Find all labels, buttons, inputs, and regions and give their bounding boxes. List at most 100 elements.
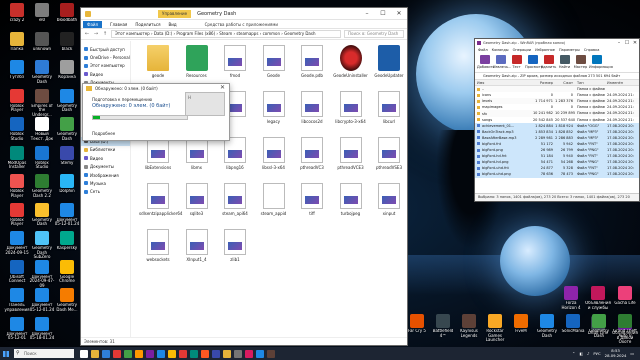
- taskbar-app-icon[interactable]: [256, 349, 264, 358]
- winrar-tool-button[interactable]: Мастер: [573, 54, 588, 71]
- winrar-tool-button[interactable]: Найти: [557, 54, 572, 71]
- nav-item[interactable]: Быстрый доступ: [81, 45, 130, 53]
- file-item[interactable]: geode: [139, 45, 177, 78]
- start-button[interactable]: [0, 347, 12, 360]
- taskbar-app-icon[interactable]: [267, 349, 275, 358]
- desktop-icon[interactable]: Корзина: [54, 60, 80, 80]
- file-item[interactable]: pthreadVSE3: [370, 137, 408, 170]
- taskbar-app-icon[interactable]: [80, 349, 88, 358]
- winrar-tool-button[interactable]: Удалить: [541, 54, 556, 71]
- file-item[interactable]: fmod: [216, 45, 254, 78]
- desktop-icon[interactable]: bloodbath: [54, 3, 80, 23]
- taskbar-app-icon[interactable]: [223, 349, 231, 358]
- desktop-icon[interactable]: Gacha Life: [612, 286, 638, 306]
- desktop-icon[interactable]: Папка: [4, 31, 30, 52]
- desktop-icon[interactable]: Roblox Player: [4, 88, 30, 113]
- desktop-icon[interactable]: SonicMania: [560, 314, 586, 334]
- file-item[interactable]: pthreadVCE3: [332, 137, 370, 170]
- taskbar-app-icon[interactable]: [146, 349, 154, 358]
- desktop-icon[interactable]: unknown: [29, 31, 55, 52]
- desktop-icon[interactable]: Roblox Player: [4, 202, 30, 227]
- nav-item[interactable]: Библиотеки: [81, 146, 130, 154]
- file-item[interactable]: Geode: [255, 45, 293, 78]
- column-type[interactable]: Тип: [575, 80, 605, 85]
- taskbar-app-icon[interactable]: [245, 349, 253, 358]
- taskbar-app-icon[interactable]: [124, 349, 132, 358]
- desktop-icon[interactable]: Battlefield 4™: [430, 314, 456, 338]
- file-item[interactable]: libExtensions: [139, 137, 177, 170]
- desktop-icon[interactable]: Roblox Player: [4, 174, 30, 198]
- file-item[interactable]: libcrypto-3-x64: [332, 91, 370, 124]
- desktop-icon[interactable]: Grand Theft Auto V: [612, 314, 638, 338]
- archive-path[interactable]: Geometry Dash.zip - ZIP архив, размер ис…: [475, 73, 639, 80]
- back-arrow-icon[interactable]: ←: [84, 31, 90, 37]
- desktop-icon[interactable]: ModOpas Installer: [4, 145, 30, 170]
- taskbar-app-icon[interactable]: [113, 349, 121, 358]
- file-item[interactable]: pthreadVC3: [293, 137, 331, 170]
- column-name[interactable]: Имя: [475, 80, 531, 85]
- nav-item[interactable]: Видео: [81, 154, 130, 162]
- desktop-icon[interactable]: Roblox Studio: [4, 117, 30, 141]
- notifications-icon[interactable]: ▭: [630, 351, 634, 356]
- desktop-icon[interactable]: Документ 05-18-01.24: [29, 316, 55, 341]
- minimize-button[interactable]: –: [359, 8, 375, 19]
- taskbar-app-icon[interactable]: [135, 349, 143, 358]
- desktop-icon[interactable]: crazy 2: [4, 3, 30, 23]
- desktop-icon[interactable]: el0: [29, 3, 55, 23]
- maximize-button[interactable]: ☐: [623, 39, 631, 47]
- taskbar-search[interactable]: Поиск: [14, 349, 74, 358]
- desktop-icon[interactable]: Документ 05-12-01: [4, 316, 30, 341]
- winrar-tool-button[interactable]: Информация: [589, 54, 613, 71]
- tab-share[interactable]: Поделиться: [135, 22, 160, 27]
- desktop-icon[interactable]: Новый Текст. Док: [29, 117, 55, 141]
- desktop-icon[interactable]: Ubisoft Connect: [4, 259, 30, 284]
- winrar-menu-item[interactable]: Команды: [492, 47, 509, 53]
- desktop-icon[interactable]: Dolphin: [54, 174, 80, 194]
- tab-file[interactable]: Файл: [83, 20, 103, 28]
- winrar-tool-button[interactable]: Извлечь...: [493, 54, 511, 71]
- winrar-tool-button[interactable]: Просмотр: [525, 54, 543, 71]
- column-size[interactable]: Размер: [531, 80, 555, 85]
- address-path[interactable]: Этот компьютер › Data (D:) › Program Fil…: [111, 30, 341, 38]
- nav-item[interactable]: Музыка: [81, 179, 130, 187]
- winrar-menu-item[interactable]: Файл: [478, 47, 488, 53]
- nav-item[interactable]: OneDrive - Personal: [81, 53, 130, 61]
- taskbar-app-icon[interactable]: [179, 349, 187, 358]
- clock[interactable]: 8:53 28.09.2024: [605, 348, 627, 358]
- taskbar-app-icon[interactable]: [190, 349, 198, 358]
- desktop-icon[interactable]: Geometry Dash Me...: [54, 288, 80, 312]
- desktop-icon[interactable]: Stemy: [54, 145, 80, 166]
- desktop-icon[interactable]: Панель управления: [4, 288, 30, 312]
- file-item[interactable]: Geode.pdb: [293, 45, 331, 78]
- file-item[interactable]: tiff: [293, 183, 331, 216]
- language-indicator[interactable]: РУС: [593, 351, 600, 356]
- file-item[interactable]: GeodeUninstaller: [332, 45, 370, 78]
- file-item[interactable]: libcocos2d: [293, 91, 331, 124]
- file-item[interactable]: steam_api64: [216, 183, 254, 216]
- winrar-menu-item[interactable]: Справка: [584, 47, 599, 53]
- tab-app-tools[interactable]: Средства работы с приложениями: [205, 22, 278, 27]
- column-modified[interactable]: Изменён: [605, 80, 639, 85]
- winrar-menu-item[interactable]: Избранное: [535, 47, 555, 53]
- file-item[interactable]: sdlsentzipapplicker64: [139, 183, 182, 216]
- desktop-icon[interactable]: Geometry Dash 2.2: [29, 174, 55, 198]
- tab-manage[interactable]: Управление: [158, 9, 192, 18]
- desktop-icon[interactable]: Geometry Dash: [586, 314, 612, 338]
- desktop-icon[interactable]: Kaynisus Legends: [456, 314, 482, 338]
- winrar-tool-button[interactable]: Тест: [509, 54, 524, 71]
- desktop-icon[interactable]: Kaspersky: [54, 231, 80, 251]
- file-item[interactable]: turbojpeg: [332, 183, 370, 216]
- minimize-button[interactable]: –: [615, 39, 623, 47]
- file-item[interactable]: libssl-3-x64: [255, 137, 293, 170]
- desktop-icon[interactable]: Forza Horizon 4: [558, 286, 584, 310]
- file-item[interactable]: xinput: [370, 183, 408, 216]
- file-item[interactable]: legacy: [255, 91, 293, 124]
- desktop-icon[interactable]: Geometry Dash: [29, 60, 55, 84]
- nav-item[interactable]: Этот компьютер: [81, 62, 130, 70]
- volume-icon[interactable]: ♪: [587, 351, 589, 356]
- search-input[interactable]: Поиск в: Geometry Dash: [344, 30, 404, 38]
- desktop-icon[interactable]: Geometry Dash: [29, 202, 55, 227]
- up-arrow-icon[interactable]: ↑: [102, 31, 108, 37]
- close-button[interactable]: ✕: [391, 8, 407, 19]
- nav-item[interactable]: Документы: [81, 162, 130, 170]
